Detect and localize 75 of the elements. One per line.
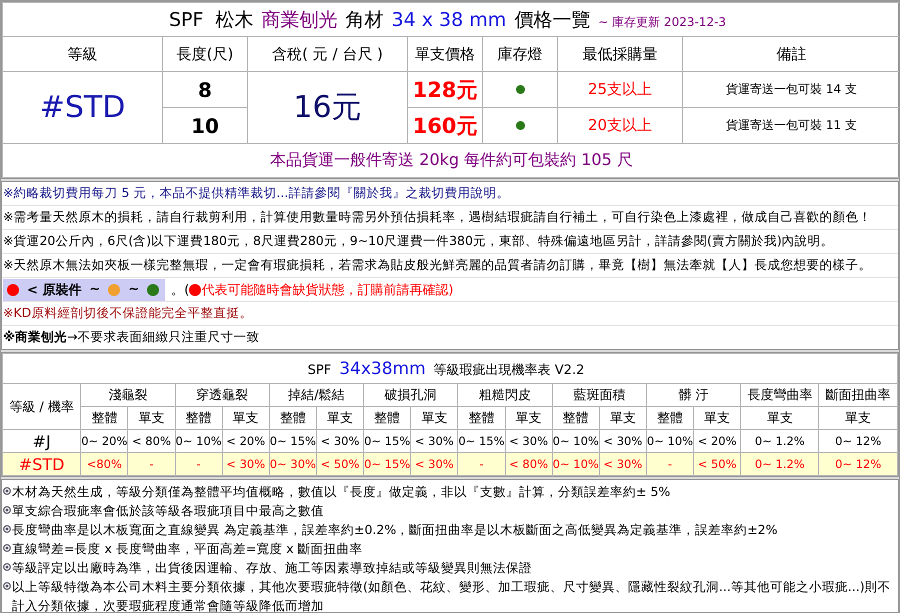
warning-text: 代表可能隨時會缺貨狀態，訂購前請再確認) (201, 282, 454, 298)
table-cell: 25支以上 (558, 72, 682, 108)
grade-cell: #STD (2, 72, 162, 144)
table-cell: 0~ 1.2% (740, 430, 819, 452)
table-cell: < 30% (316, 430, 364, 452)
table-cell: < 30% (222, 452, 270, 476)
note-text: ※KD原料經剖切後不保證能完全平整直挺。 (3, 305, 252, 322)
shipping-banner: 本品貨運一般件寄送 20kg 每件約可包裝約 105 尺 (2, 144, 899, 178)
price-cell: 160元 (408, 108, 482, 144)
table-cell: 0~ 15% (269, 430, 316, 452)
table-cell: 0~ 15% (458, 430, 505, 452)
column-header: 單支價格 (408, 36, 482, 72)
note-text: ※約略裁切費用每刀 5 元，本品不提供精準裁切...詳請參閱『關於我』之裁切費用說明。 (3, 185, 510, 202)
table-cell: 0~ 15% (364, 452, 411, 476)
note-text: 直線彎差=長度 x 長度彎曲率，平面高差=寬度 x 斷面扭曲率 (12, 540, 363, 558)
table-cell: - (458, 452, 505, 476)
table-cell: 0~ 12% (818, 430, 898, 452)
table-cell: < 30% (599, 430, 646, 452)
column-header: 含稅( 元 / 台尺 ) (248, 36, 408, 72)
table-cell: < 50% (694, 452, 741, 476)
table-cell: 0~ 1.2% (740, 452, 819, 476)
table-cell: < 30% (599, 452, 646, 476)
column-header: 藍斑面積 (552, 384, 646, 406)
note-text: ※需考量天然原木的損耗，請自行裁剪利用，計算使用數量時需另外預估損耗率，遇樹結瑕疵請自行補土，可自行染色上漆處裡，做成自己喜歡的顏色！ (3, 209, 872, 226)
table-cell: < 80% (128, 430, 176, 452)
table-cell: < 50% (316, 452, 364, 476)
column-header: 等級 (2, 36, 162, 72)
note-text: 長度彎曲率是以木板寬面之直線變異 為定義基準，誤差率約±0.2%，斷面扭曲率是以木板斷面之高低變異為定義基準，誤差率約±2% (12, 521, 778, 539)
column-header: 庫存燈 (482, 36, 558, 72)
table-cell: <80% (80, 452, 128, 476)
note-text: ※商業刨光→不要求表面細緻只注重尺寸一致 (3, 329, 260, 346)
table-cell: < 80% (505, 452, 552, 476)
column-header: 淺龜裂 (80, 384, 176, 406)
table-cell: 0~ 10% (552, 452, 600, 476)
note-text: 木材為天然生成，等級分類僅為整體平均值概略，數值以『長度』做定義，非以『支數』計算，分類誤差率約± 5% (12, 483, 670, 501)
column-header: 破損孔洞 (364, 384, 458, 406)
table-cell: - (128, 452, 176, 476)
grade-cell: #STD (2, 452, 81, 476)
legend-label: ~ (89, 282, 100, 297)
table-cell: 0~ 10% (175, 430, 222, 452)
column-header: 斷面扭曲率 (818, 384, 898, 406)
table-cell: 0~ 20% (80, 430, 128, 452)
price-cell: 128元 (408, 72, 482, 108)
column-header: 長度(尺) (162, 36, 248, 72)
table-cell: < 30% (505, 430, 552, 452)
table-cell: - (646, 452, 694, 476)
table-cell: 0~ 12% (818, 452, 898, 476)
price-per-unit-cell: 16元 (248, 72, 408, 144)
note-text: 以上等級特徵為本公司木料主要分類依據，其他次要瑕疵特徵(如顏色、花紋、變形、加工瑕疵、尺寸變異、隱藏性裂紋孔洞...等其他可能之小瑕疵...)則不計入分類依據，次要瑕疵程度通常會隨等級降低而增加 (12, 578, 892, 612)
table-cell: < 20% (222, 430, 270, 452)
table-cell: 0~ 30% (269, 452, 316, 476)
column-header: 最低採購量 (558, 36, 682, 72)
table-cell: 0~ 10% (646, 430, 694, 452)
column-header: 掉結/鬆結 (269, 384, 364, 406)
column-header: 粗糙閃皮 (458, 384, 552, 406)
table-cell: < 30% (410, 452, 458, 476)
note-text: ※貨運20公斤內，6尺(含)以下運費180元，8尺運費280元，9~10尺運費一件380元，東部、特殊偏遠地區另計，詳請參閱(賣方關於我)內說明。 (3, 233, 834, 250)
table-cell: 8 (162, 72, 248, 108)
column-header: 髒 汙 (646, 384, 741, 406)
legend-label: ~ (128, 282, 140, 297)
table-cell: 0~ 10% (552, 430, 600, 452)
note-text: 單支綜合瑕疵率會低於該等級各瑕疵項目中最高之數值 (12, 502, 324, 520)
grade-cell: #J (2, 430, 81, 452)
table-cell: - (175, 452, 222, 476)
table-cell: < 30% (410, 430, 458, 452)
note-text: ※天然原木無法如夾板一樣完整無瑕，一定會有瑕疵損耗，若需求為貼皮般光鮮亮麗的品質者請勿訂購，畢竟【樹】無法牽就【人】長成您想要的樣子。 (3, 257, 872, 274)
note-text: 等級評定以出廠時為準，出貨後因運輸、存放、施工等因素導致掉結或等級變異則無法保證 (12, 559, 532, 577)
column-header: 穿透龜裂 (175, 384, 270, 406)
column-header: 長度彎曲率 (740, 384, 819, 406)
table-cell: 0~ 15% (364, 430, 411, 452)
legend-label: < 原裝件 (27, 282, 82, 298)
table-cell: 20支以上 (558, 108, 682, 144)
table-title: SPF 34x38mm 等級瑕疵出現機率表 V2.2 (308, 362, 586, 378)
legend-text: 。( (171, 282, 190, 298)
table-cell: < 20% (694, 430, 741, 452)
